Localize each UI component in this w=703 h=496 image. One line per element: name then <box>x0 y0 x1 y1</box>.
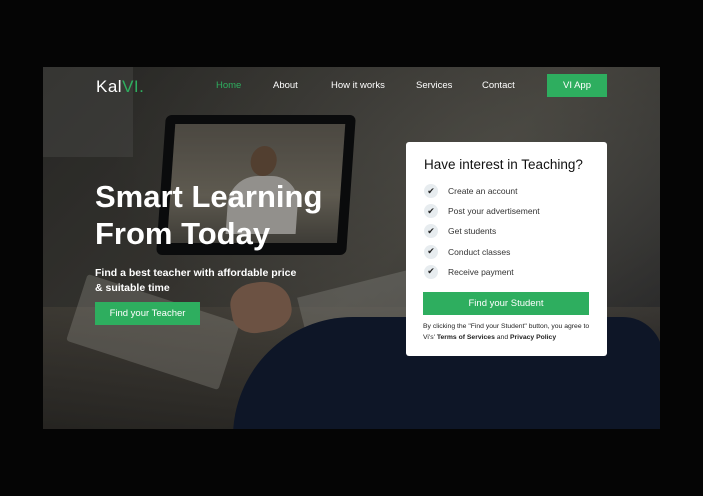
privacy-policy-link[interactable]: Privacy Policy <box>510 334 556 341</box>
vi-app-button[interactable]: VI App <box>547 74 607 97</box>
find-student-button[interactable]: Find your Student <box>423 292 589 315</box>
nav-contact[interactable]: Contact <box>482 80 515 91</box>
card-title: Have interest in Teaching? <box>424 157 583 172</box>
step-label: Conduct classes <box>448 246 511 257</box>
find-teacher-button[interactable]: Find your Teacher <box>95 302 200 325</box>
list-item: ✔ Create an account <box>424 181 594 201</box>
check-icon: ✔ <box>424 204 438 219</box>
check-icon: ✔ <box>424 184 438 199</box>
list-item: ✔ Post your advertisement <box>424 201 594 221</box>
step-label: Receive payment <box>448 266 514 277</box>
landing-page-frame: KalVI. Home About How it works Services … <box>43 67 660 429</box>
list-item: ✔ Get students <box>424 221 594 241</box>
terms-joiner: and <box>496 333 509 341</box>
steps-list: ✔ Create an account ✔ Post your advertis… <box>424 181 594 282</box>
check-icon: ✔ <box>424 244 438 259</box>
step-label: Post your advertisement <box>448 206 540 217</box>
teaching-interest-card: Have interest in Teaching? ✔ Create an a… <box>406 142 607 356</box>
terms-notice: By clicking the "Find your Student" butt… <box>423 322 595 343</box>
terms-of-services-link[interactable]: Terms of Services <box>437 334 495 341</box>
check-icon: ✔ <box>424 224 438 239</box>
hero-subtitle: Find a best teacher with affordable pric… <box>95 267 297 294</box>
step-label: Get students <box>448 226 497 237</box>
nav-home[interactable]: Home <box>216 80 241 91</box>
list-item: ✔ Conduct classes <box>424 242 594 262</box>
list-item: ✔ Receive payment <box>424 262 594 282</box>
nav-services[interactable]: Services <box>416 80 452 91</box>
step-label: Create an account <box>448 186 518 197</box>
nav-how-it-works[interactable]: How it works <box>331 80 385 91</box>
nav-about[interactable]: About <box>273 80 298 91</box>
check-icon: ✔ <box>424 264 438 279</box>
hero-title: Smart Learning From Today <box>95 179 323 251</box>
